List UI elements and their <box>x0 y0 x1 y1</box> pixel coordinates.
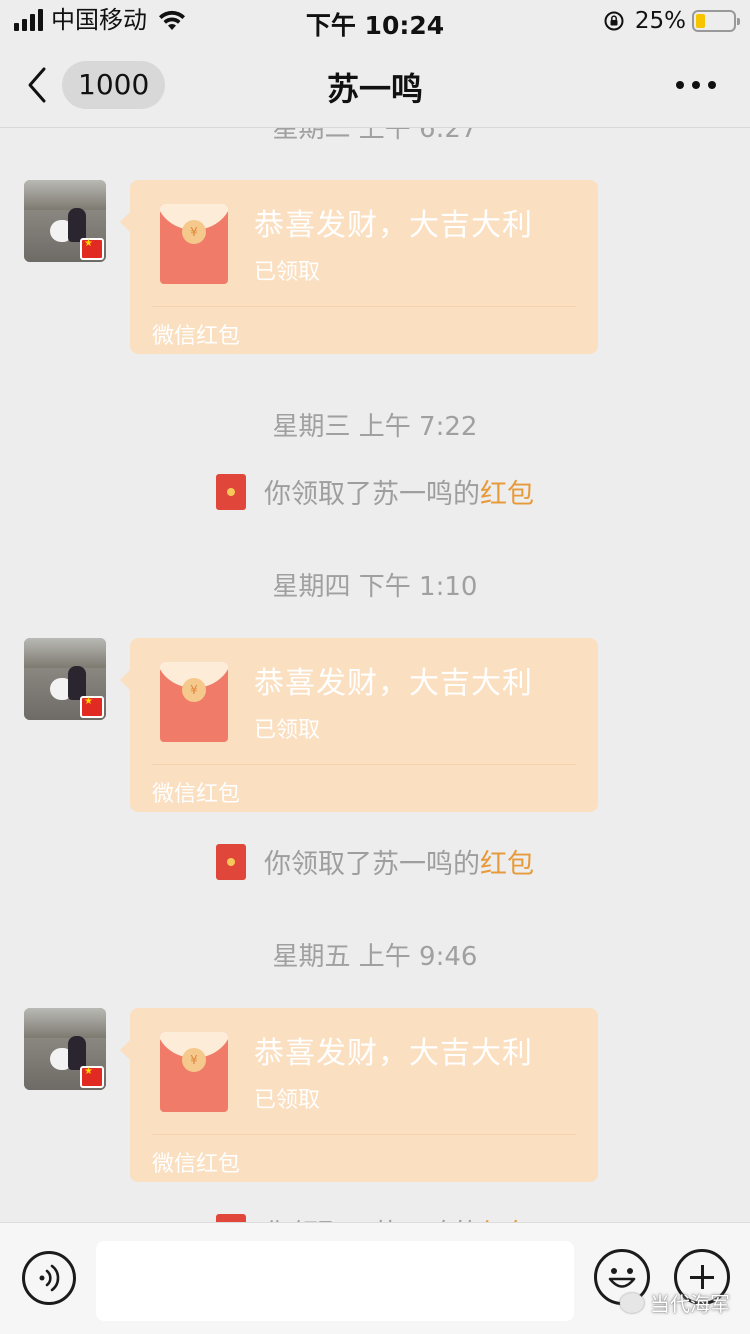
timestamp: 星期五 上午 9:46 <box>272 942 478 972</box>
system-notice-text: 你领取了苏一鸣的 <box>264 1212 480 1222</box>
nav-bar: 1000 苏一鸣 <box>0 40 750 128</box>
china-flag-icon <box>80 696 104 718</box>
red-packet-card[interactable]: ¥ 恭喜发财，大吉大利 已领取 微信红包 <box>120 180 598 354</box>
yuan-coin-icon: ¥ <box>182 678 206 702</box>
yuan-coin-icon: ¥ <box>182 1048 206 1072</box>
battery-icon <box>692 10 740 32</box>
red-packet-link[interactable]: 红包 <box>480 472 534 511</box>
red-envelope-icon: ¥ <box>160 662 228 742</box>
china-flag-icon <box>80 238 104 260</box>
voice-input-button[interactable] <box>22 1251 76 1305</box>
yuan-coin-icon: ¥ <box>182 220 206 244</box>
chat-title: 苏一鸣 <box>326 70 423 108</box>
red-packet-greeting: 恭喜发财，大吉大利 <box>254 666 533 701</box>
watermark-text: 当代海军 <box>650 1292 730 1316</box>
red-packet-card[interactable]: ¥ 恭喜发财，大吉大利 已领取 微信红包 <box>120 1008 598 1182</box>
divider <box>152 764 576 765</box>
red-envelope-icon: ¥ <box>160 204 228 284</box>
red-packet-status: 已领取 <box>254 1088 321 1113</box>
system-notice: 你领取了苏一鸣的红包 <box>0 842 750 881</box>
red-packet-footer: 微信红包 <box>152 324 241 349</box>
red-packet-greeting: 恭喜发财，大吉大利 <box>254 208 533 243</box>
red-packet-greeting: 恭喜发财，大吉大利 <box>254 1036 533 1071</box>
red-packet-link[interactable]: 红包 <box>480 842 534 881</box>
input-bar <box>0 1222 750 1334</box>
voice-icon <box>39 1264 60 1292</box>
avatar[interactable] <box>24 1008 106 1090</box>
red-packet-footer: 微信红包 <box>152 1152 241 1177</box>
message-input[interactable] <box>96 1241 574 1321</box>
red-packet-status: 已领取 <box>254 260 321 285</box>
divider <box>152 1134 576 1135</box>
timestamp: 星期四 下午 1:10 <box>272 572 478 602</box>
battery-percentage: 25% <box>634 8 686 34</box>
china-flag-icon <box>80 1066 104 1088</box>
avatar[interactable] <box>24 638 106 720</box>
red-packet-status: 已领取 <box>254 718 321 743</box>
red-packet-card[interactable]: ¥ 恭喜发财，大吉大利 已领取 微信红包 <box>120 638 598 812</box>
system-notice-text: 你领取了苏一鸣的 <box>264 849 480 880</box>
status-bar: 中国移动 下午 10:24 25% <box>0 0 750 40</box>
red-packet-footer: 微信红包 <box>152 782 241 807</box>
red-envelope-icon <box>216 473 246 510</box>
rotation-lock-icon <box>604 11 624 31</box>
message-list[interactable]: 星期二 上午 6:27 ¥ 恭喜发财，大吉大利 已领取 微信红包 星期三 上午 … <box>0 0 750 1222</box>
timestamp: 星期三 上午 7:22 <box>272 412 478 442</box>
system-notice: 你领取了苏一鸣的红包 <box>0 472 750 511</box>
divider <box>152 306 576 307</box>
chat-screen: 星期二 上午 6:27 ¥ 恭喜发财，大吉大利 已领取 微信红包 星期三 上午 … <box>0 0 750 1334</box>
system-notice-text: 你领取了苏一鸣的 <box>264 479 480 510</box>
avatar[interactable] <box>24 180 106 262</box>
wechat-icon <box>620 1292 644 1313</box>
watermark: 当代海军 <box>620 1288 730 1317</box>
battery-level <box>696 14 705 28</box>
red-envelope-icon: ¥ <box>160 1032 228 1112</box>
more-options-button[interactable] <box>676 78 716 92</box>
red-packet-link[interactable]: 红包 <box>480 1212 534 1222</box>
system-notice: 你领取了苏一鸣的红包 <box>0 1212 750 1222</box>
red-envelope-icon <box>216 1213 246 1222</box>
red-envelope-icon <box>216 843 246 880</box>
